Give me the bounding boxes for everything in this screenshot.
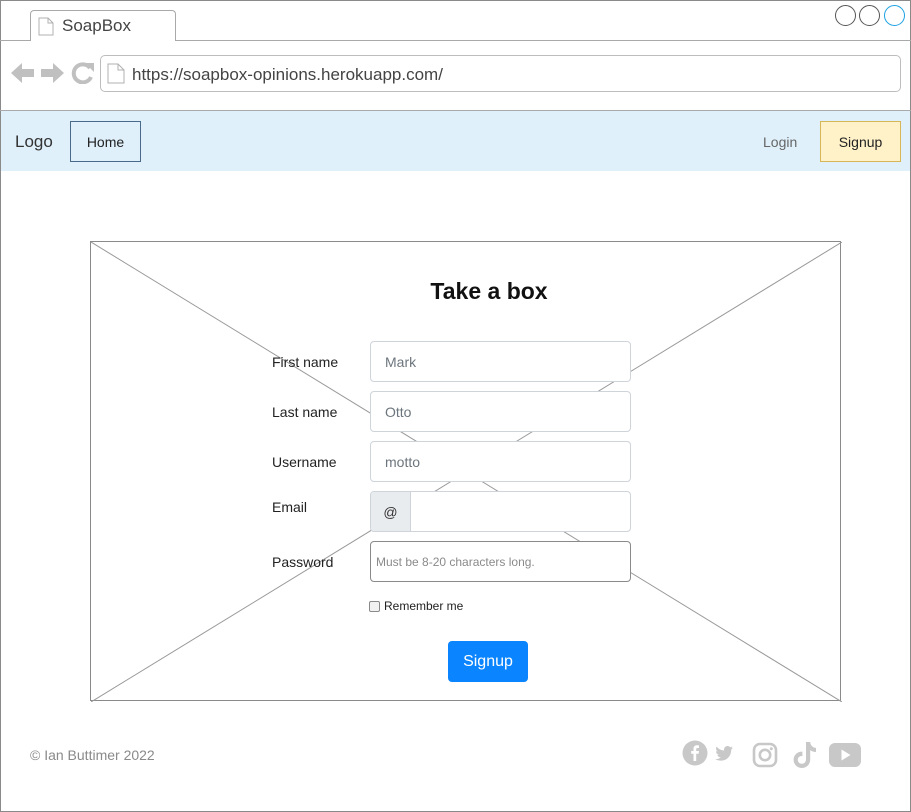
last-name-input[interactable]: Otto: [370, 391, 631, 432]
username-input[interactable]: motto: [370, 441, 631, 482]
reload-icon[interactable]: [71, 62, 95, 89]
remember-me[interactable]: Remember me: [369, 599, 463, 613]
tab-title: SoapBox: [62, 16, 131, 35]
nav-login-link[interactable]: Login: [763, 134, 797, 150]
close-window-button[interactable]: [884, 5, 905, 26]
remember-me-checkbox[interactable]: [369, 600, 380, 612]
site-navbar: Logo Home Login Signup: [1, 111, 910, 171]
password-input[interactable]: Must be 8-20 characters long.: [370, 541, 631, 582]
password-label: Password: [272, 554, 334, 570]
site-logo[interactable]: Logo: [15, 132, 53, 152]
address-bar: https://soapbox-opinions.herokuapp.com/: [0, 41, 911, 111]
signup-submit-button[interactable]: Signup: [448, 641, 528, 682]
browser-tab-bar: SoapBox: [0, 0, 911, 41]
page-icon: [38, 17, 54, 41]
remember-me-label[interactable]: Remember me: [384, 599, 463, 613]
nav-home-button[interactable]: Home: [70, 121, 141, 162]
nav-signup-button[interactable]: Signup: [820, 121, 901, 162]
instagram-icon[interactable]: [752, 742, 778, 773]
youtube-icon[interactable]: [829, 743, 861, 772]
email-input-group[interactable]: @: [370, 491, 631, 532]
back-arrow-icon[interactable]: [11, 62, 35, 89]
url-text: https://soapbox-opinions.herokuapp.com/: [132, 65, 443, 84]
form-title: Take a box: [430, 278, 548, 304]
maximize-button[interactable]: [859, 5, 880, 26]
tiktok-icon[interactable]: [792, 741, 818, 774]
copyright-text: © Ian Buttimer 2022: [30, 747, 155, 763]
browser-tab[interactable]: SoapBox: [30, 10, 176, 41]
first-name-input[interactable]: Mark: [370, 341, 631, 382]
username-label: Username: [272, 454, 337, 470]
forward-arrow-icon[interactable]: [40, 62, 64, 89]
facebook-icon[interactable]: [682, 740, 708, 771]
url-input[interactable]: https://soapbox-opinions.herokuapp.com/: [100, 55, 901, 92]
page-icon: [107, 63, 125, 89]
email-label: Email: [272, 499, 308, 515]
first-name-label: First name: [272, 354, 339, 370]
twitter-icon[interactable]: [715, 746, 733, 766]
email-prefix: @: [371, 492, 411, 531]
last-name-label: Last name: [272, 404, 338, 420]
minimize-button[interactable]: [835, 5, 856, 26]
